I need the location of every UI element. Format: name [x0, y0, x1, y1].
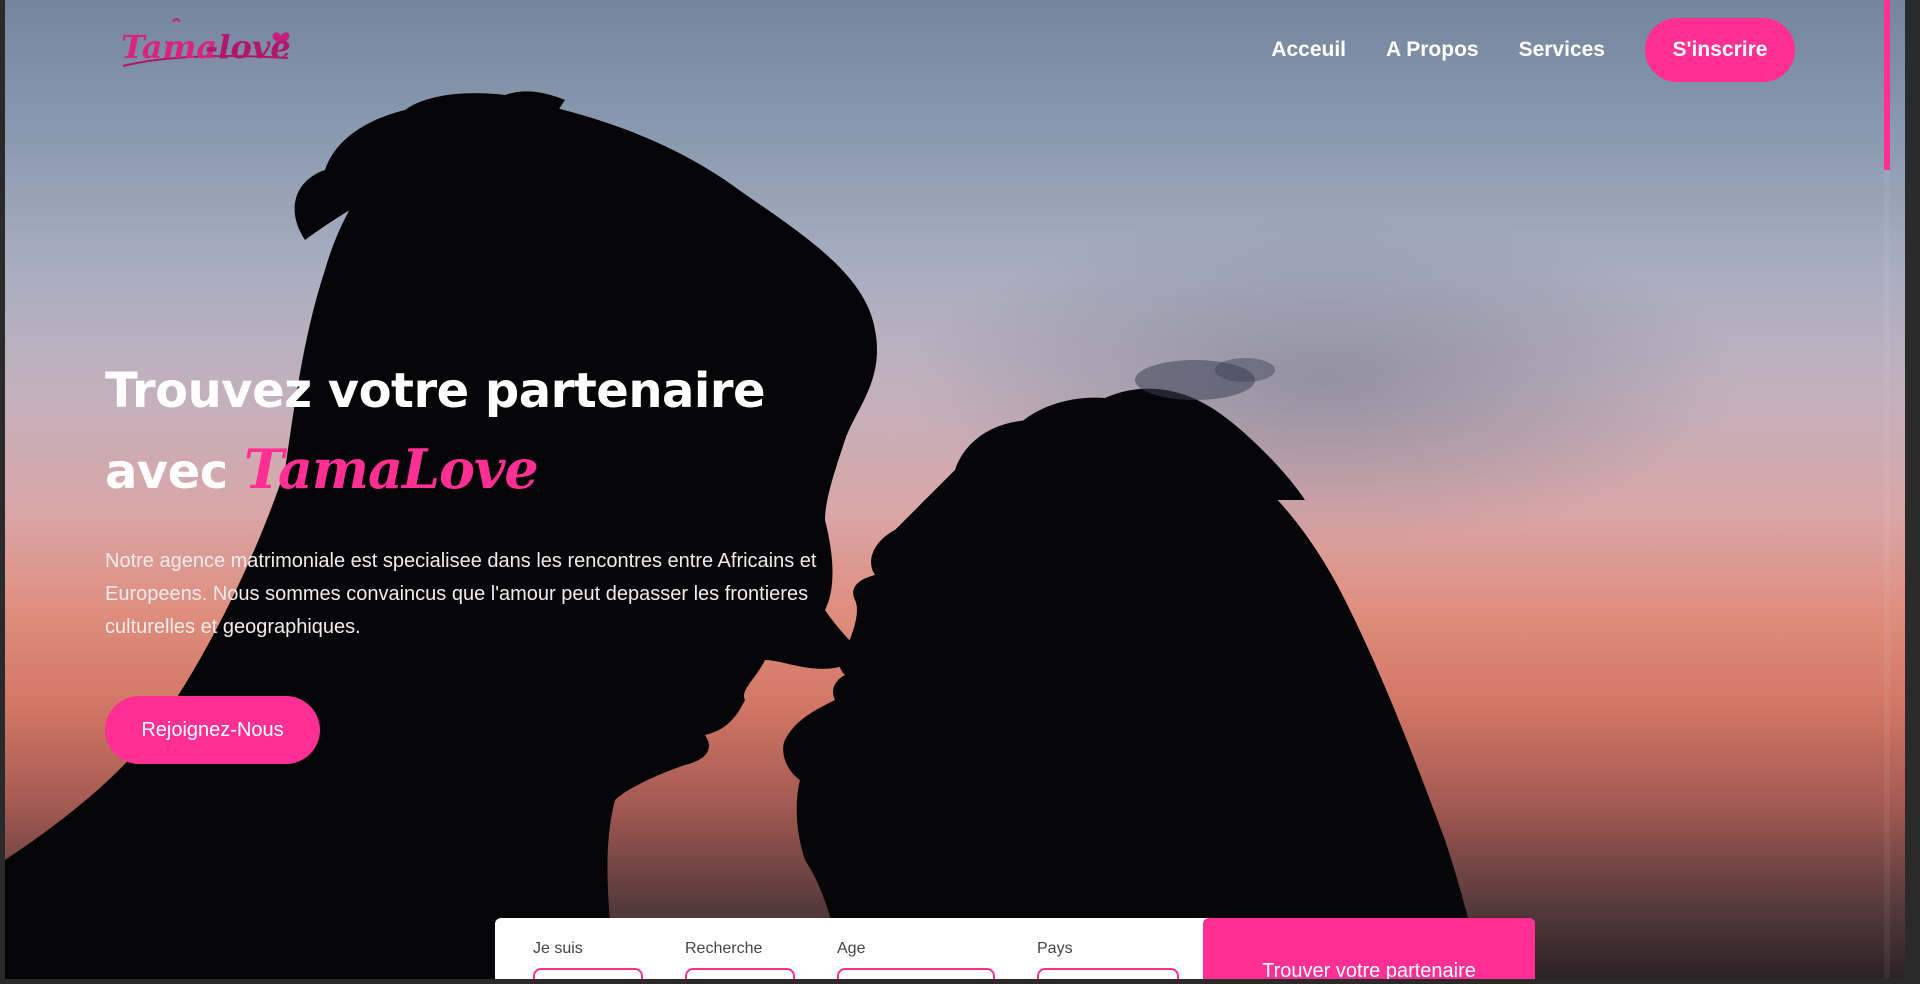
partner-search-panel: Je suis Recherche Age Pays Trouver votre…: [495, 918, 1535, 979]
age-label: Age: [837, 940, 866, 957]
age-field: Age: [795, 918, 997, 979]
seeking-field: Recherche: [643, 918, 795, 979]
find-partner-button[interactable]: Trouver votre partenaire: [1203, 918, 1535, 979]
svg-text:-love: -love: [205, 28, 291, 66]
seeking-label: Recherche: [685, 940, 763, 957]
brand-logo[interactable]: Tama -love: [113, 14, 298, 82]
hero-title-line1: Trouvez votre partenaire: [105, 363, 766, 419]
page-viewport: Tama -love Acceuil A Propos Services S'i…: [5, 0, 1905, 979]
nav-home-link[interactable]: Acceuil: [1271, 38, 1346, 62]
country-label: Pays: [1037, 940, 1073, 957]
age-select[interactable]: [837, 968, 995, 979]
hero-brand-name: TamaLove: [243, 437, 539, 501]
signup-button[interactable]: S'inscrire: [1645, 18, 1795, 82]
country-select[interactable]: [1037, 968, 1179, 979]
svg-text:Tama: Tama: [121, 28, 217, 66]
main-nav: Acceuil A Propos Services S'inscrire: [1271, 18, 1795, 82]
country-field: Pays: [997, 918, 1179, 979]
hero-title-prefix: avec: [105, 444, 228, 500]
hero-title: Trouvez votre partenaire avec TamaLove: [105, 352, 865, 511]
join-us-button[interactable]: Rejoignez-Nous: [105, 696, 320, 764]
nav-about-link[interactable]: A Propos: [1386, 38, 1479, 62]
gender-select[interactable]: [533, 968, 643, 979]
hero-description: Notre agence matrimoniale est specialise…: [105, 550, 817, 638]
scrollbar-thumb[interactable]: [1884, 0, 1890, 170]
browser-frame: Tama -love Acceuil A Propos Services S'i…: [0, 0, 1920, 984]
gender-field: Je suis: [495, 918, 643, 979]
seeking-select[interactable]: [685, 968, 795, 979]
gender-label: Je suis: [533, 940, 583, 957]
hero-section: Trouvez votre partenaire avec TamaLove N…: [105, 352, 865, 764]
nav-services-link[interactable]: Services: [1519, 38, 1605, 62]
